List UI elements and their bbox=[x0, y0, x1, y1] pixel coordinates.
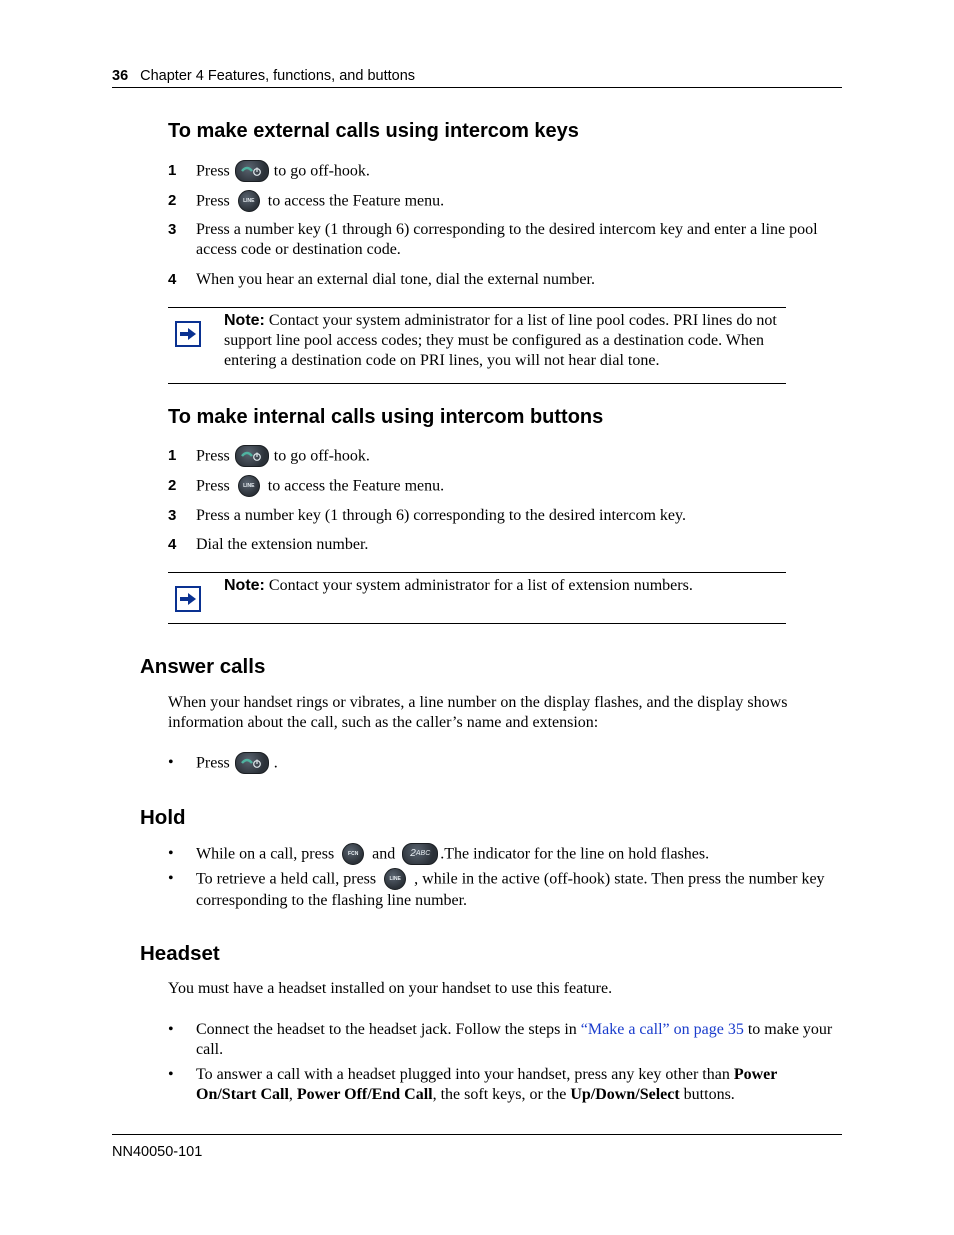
step-text: When you hear an external dial tone, dia… bbox=[196, 271, 595, 288]
answer-paragraph: When your handset rings or vibrates, a l… bbox=[168, 694, 788, 731]
section-title-headset: Headset bbox=[140, 942, 220, 965]
call-key-icon bbox=[234, 445, 269, 467]
bullet-text: Press bbox=[196, 754, 230, 772]
bold-term: Up/Down/Select bbox=[570, 1086, 680, 1103]
fcn-key-icon: FCN bbox=[342, 843, 365, 865]
step-number: 2 bbox=[168, 192, 177, 209]
call-key-icon bbox=[234, 752, 269, 774]
step-text: Press a number key (1 through 6) corresp… bbox=[196, 507, 686, 524]
note-label: Note: bbox=[224, 577, 265, 594]
bullet-text: Connect the headset to the headset jack.… bbox=[196, 1021, 581, 1038]
bullet-text: To answer a call with a headset plugged … bbox=[196, 1066, 734, 1083]
bullet-dot: • bbox=[168, 754, 174, 771]
bullet-text: .The indicator for the line on hold flas… bbox=[440, 845, 710, 863]
bullet-dot: • bbox=[168, 1021, 174, 1038]
section-title-hold: Hold bbox=[140, 806, 186, 829]
note-text: Note: Contact your system administrator … bbox=[224, 311, 786, 371]
step-text: Press bbox=[196, 447, 230, 465]
bullet-text: , bbox=[288, 1086, 297, 1103]
call-key-icon bbox=[234, 160, 269, 182]
document-number: NN40050-101 bbox=[112, 1144, 203, 1160]
step-text: to go off-hook. bbox=[273, 162, 370, 180]
section-title-internal-calls: To make internal calls using intercom bu… bbox=[168, 406, 604, 428]
step-text: to access the Feature menu. bbox=[267, 477, 445, 495]
line-key-icon: LINE bbox=[384, 868, 407, 890]
note-body: Contact your system administrator for a … bbox=[268, 577, 693, 594]
step-number: 1 bbox=[168, 447, 177, 464]
section-title-answer-calls: Answer calls bbox=[140, 655, 266, 678]
step-text: Press bbox=[196, 162, 230, 180]
step-text: to access the Feature menu. bbox=[267, 192, 445, 210]
page-header: 36 Chapter 4 Features, functions, and but… bbox=[112, 68, 842, 88]
step-number: 4 bbox=[168, 271, 177, 288]
step-number: 1 bbox=[168, 162, 177, 179]
line-key-icon: LINE bbox=[237, 475, 260, 497]
note-text: Note: Contact your system administrator … bbox=[224, 576, 786, 596]
step-text: Dial the extension number. bbox=[196, 536, 369, 553]
section-title-external-calls: To make external calls using intercom ke… bbox=[168, 120, 579, 142]
bullet-dot: • bbox=[168, 1066, 174, 1083]
arrow-right-icon bbox=[175, 321, 201, 347]
chapter-title: Chapter 4 Features, functions, and butto… bbox=[140, 68, 416, 84]
bold-term: Power Off/End Call bbox=[296, 1086, 433, 1103]
bullet-text: buttons. bbox=[679, 1086, 735, 1103]
line-key-icon: LINE bbox=[237, 190, 260, 212]
step-text: Press bbox=[196, 192, 230, 210]
page-number: 36 bbox=[112, 68, 129, 84]
headset-paragraph: You must have a headset installed on you… bbox=[168, 980, 613, 997]
bullet-text: , the soft keys, or the bbox=[432, 1086, 571, 1103]
note-box: Note: Contact your system administrator … bbox=[168, 307, 786, 384]
bullet-text: . bbox=[273, 754, 278, 772]
page-footer: NN40050-101 bbox=[112, 1134, 842, 1160]
note-body: Contact your system administrator for a … bbox=[224, 312, 777, 369]
step-text: Press a number key (1 through 6) corresp… bbox=[196, 221, 818, 258]
arrow-right-icon bbox=[175, 586, 201, 612]
bullet-text: To retrieve a held call, press bbox=[196, 870, 377, 888]
step-number: 3 bbox=[168, 221, 177, 238]
step-text: to go off-hook. bbox=[273, 447, 370, 465]
bullet-text: and bbox=[372, 845, 396, 863]
two-abc-key-icon: 2 ABC bbox=[402, 843, 439, 865]
step-number: 2 bbox=[168, 477, 177, 494]
note-box: Note: Contact your system administrator … bbox=[168, 572, 786, 624]
bullet-text: While on a call, press bbox=[196, 845, 335, 863]
bullet-dot: • bbox=[168, 845, 174, 862]
make-a-call-link[interactable]: “Make a call” on page 35 bbox=[581, 1021, 744, 1038]
step-text: Press bbox=[196, 477, 230, 495]
note-label: Note: bbox=[224, 312, 265, 329]
key-letters: ABC bbox=[415, 850, 431, 857]
bullet-dot: • bbox=[168, 870, 174, 887]
step-number: 3 bbox=[168, 507, 177, 524]
step-number: 4 bbox=[168, 536, 177, 553]
